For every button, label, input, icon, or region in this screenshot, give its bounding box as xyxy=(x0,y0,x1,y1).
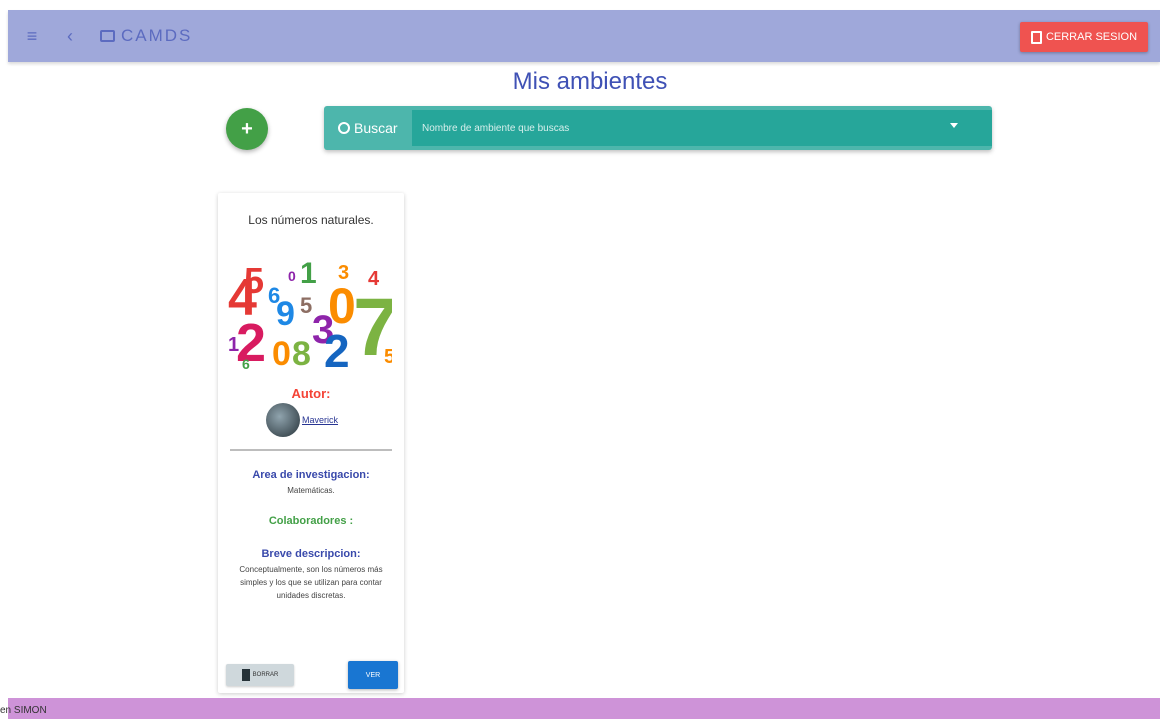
add-environment-button[interactable]: + xyxy=(226,108,268,150)
svg-text:1: 1 xyxy=(228,334,239,356)
svg-text:5: 5 xyxy=(300,293,312,318)
menu-icon[interactable]: ≡ xyxy=(22,26,42,47)
top-app-bar: ≡ ‹ CAMDS CERRAR SESION xyxy=(8,10,1160,62)
card-image: 4 5 0 1 3 4 6 9 5 0 7 3 2 0 8 2 1 6 5 xyxy=(228,243,392,373)
svg-text:5: 5 xyxy=(384,346,392,368)
search-bar: Buscar xyxy=(324,106,992,150)
author-name-link[interactable]: Maverick xyxy=(302,415,338,425)
card-title: Los números naturales. xyxy=(248,213,374,227)
area-value: Matemáticas. xyxy=(287,486,335,495)
dropdown-arrow-icon[interactable] xyxy=(950,123,958,128)
svg-text:9: 9 xyxy=(276,295,295,333)
delete-icon xyxy=(241,669,250,681)
logout-label: CERRAR SESION xyxy=(1045,31,1138,43)
svg-text:6: 6 xyxy=(242,356,250,372)
author-row: Maverick xyxy=(266,403,338,437)
search-input[interactable] xyxy=(412,110,992,146)
logout-icon xyxy=(1030,30,1042,44)
svg-text:1: 1 xyxy=(300,257,317,290)
svg-text:0: 0 xyxy=(272,335,291,373)
delete-button[interactable]: BORRAR xyxy=(226,664,294,686)
view-button[interactable]: VER xyxy=(348,661,398,689)
description-heading: Breve descripcion: xyxy=(261,548,361,560)
back-icon[interactable]: ‹ xyxy=(60,26,80,47)
area-heading: Area de investigacion: xyxy=(252,469,370,481)
search-label: Buscar xyxy=(338,120,398,136)
footer-text: en SIMON xyxy=(0,705,47,716)
description-text: Conceptualmente, son los números más sim… xyxy=(239,565,383,600)
svg-text:0: 0 xyxy=(288,268,296,284)
environment-card: Los números naturales. 4 5 0 1 3 4 6 9 5… xyxy=(218,193,404,693)
search-label-text: Buscar xyxy=(354,120,398,136)
avatar[interactable] xyxy=(266,403,300,437)
logout-button[interactable]: CERRAR SESION xyxy=(1020,22,1148,52)
page-title: Mis ambientes xyxy=(512,68,668,95)
search-icon xyxy=(338,122,350,134)
svg-text:2: 2 xyxy=(236,313,266,373)
author-heading: Autor: xyxy=(291,386,331,401)
numbers-illustration: 4 5 0 1 3 4 6 9 5 0 7 3 2 0 8 2 1 6 5 xyxy=(228,257,392,373)
page: ≡ ‹ CAMDS CERRAR SESION Mis ambientes + … xyxy=(0,0,1160,719)
collaborators-heading: Colaboradores : xyxy=(268,515,354,527)
footer-bar xyxy=(8,698,1160,719)
delete-label: BORRAR xyxy=(252,672,279,678)
svg-text:8: 8 xyxy=(292,335,311,373)
window-icon xyxy=(100,30,115,42)
svg-text:2: 2 xyxy=(324,325,350,373)
divider xyxy=(230,449,392,451)
svg-text:5: 5 xyxy=(244,260,264,301)
brand-text: CAMDS xyxy=(121,26,193,45)
brand[interactable]: CAMDS xyxy=(100,26,192,46)
